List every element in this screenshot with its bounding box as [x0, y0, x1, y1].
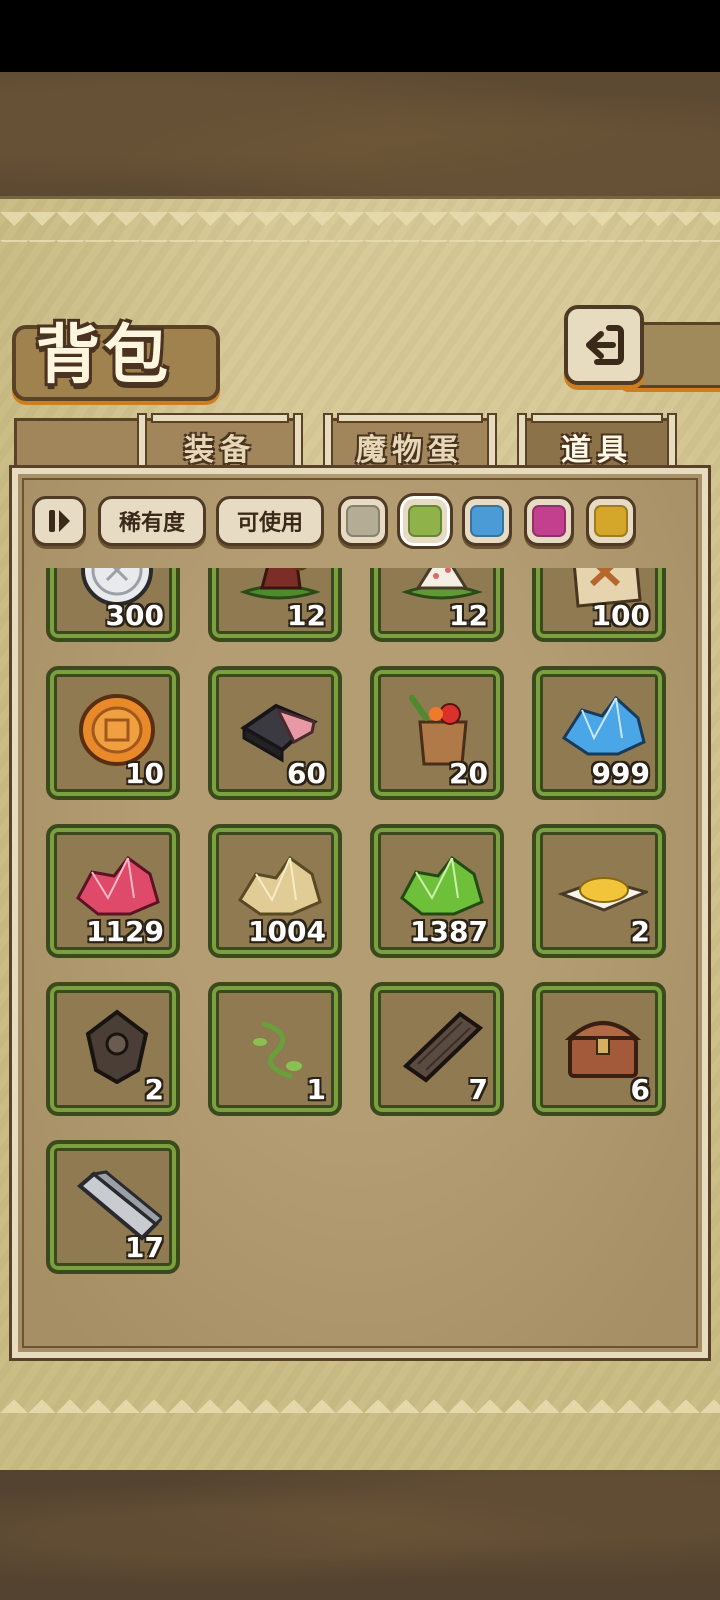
- item-count: 300: [105, 599, 164, 632]
- item-count: 60: [287, 757, 326, 790]
- zigzag-border-top: [0, 212, 720, 242]
- gold-ore-icon: [237, 855, 322, 916]
- sort-toggle-icon: [49, 510, 70, 532]
- item-count: 2: [630, 915, 650, 948]
- tab-label: 装备: [184, 432, 256, 468]
- tab-label: 道具: [561, 432, 633, 468]
- tab-label: 魔物蛋: [356, 432, 464, 468]
- inventory-slot[interactable]: 7: [370, 982, 504, 1116]
- inventory-slot[interactable]: 12: [208, 568, 342, 642]
- tab-equipment[interactable]: 装备: [137, 413, 303, 475]
- vine-sprout-icon: [253, 1021, 302, 1079]
- item-count: 2: [144, 1073, 164, 1106]
- inventory-slot[interactable]: 1004: [208, 824, 342, 958]
- green-crystal-icon: [400, 855, 484, 916]
- inventory-slot[interactable]: 999: [532, 666, 666, 800]
- rarity-swatch-blue[interactable]: [462, 496, 512, 546]
- item-count: 1129: [86, 915, 164, 948]
- item-count: 10: [125, 757, 164, 790]
- rarity-filter-button[interactable]: 稀有度: [98, 496, 206, 546]
- item-count: 1: [306, 1073, 326, 1106]
- item-count: 6: [630, 1073, 650, 1106]
- background-map-top: [0, 72, 720, 200]
- inventory-slot[interactable]: 12: [370, 568, 504, 642]
- background-map-bottom: [0, 1470, 720, 1600]
- item-count: 100: [591, 599, 650, 632]
- red-crystal-icon: [76, 855, 160, 916]
- inventory-slot[interactable]: 300: [46, 568, 180, 642]
- inventory-grid: 300 12 12 100 10 60 20 999 1129 1004 1387 2 2 1 7 6 17: [20, 568, 700, 1348]
- inventory-slot[interactable]: 1387: [370, 824, 504, 958]
- item-count: 12: [287, 599, 326, 632]
- item-count: 1004: [248, 915, 326, 948]
- vegetable-bag-icon: [409, 695, 468, 766]
- rarity-swatch-magenta[interactable]: [524, 496, 574, 546]
- inventory-slot[interactable]: 60: [208, 666, 342, 800]
- item-count: 17: [125, 1231, 164, 1264]
- back-arrow-icon: [586, 325, 624, 365]
- sugar-plate-icon: [558, 877, 648, 912]
- inventory-slot[interactable]: 1: [208, 982, 342, 1116]
- tab-monster-eggs[interactable]: 魔物蛋: [323, 413, 497, 475]
- item-count: 7: [468, 1073, 488, 1106]
- dark-amulet-icon: [85, 1009, 149, 1084]
- inventory-slot[interactable]: 100: [532, 568, 666, 642]
- zigzag-border-bottom: [0, 1385, 720, 1415]
- rarity-swatch-gray[interactable]: [338, 496, 388, 546]
- item-count: 999: [591, 757, 650, 790]
- inventory-slot[interactable]: 1129: [46, 824, 180, 958]
- tab-items[interactable]: 道具: [517, 413, 677, 475]
- inventory-slot[interactable]: 10: [46, 666, 180, 800]
- wood-plank-icon: [402, 1011, 484, 1083]
- usable-filter-button[interactable]: 可使用: [216, 496, 324, 546]
- item-count: 12: [449, 599, 488, 632]
- back-button[interactable]: [564, 305, 644, 385]
- tab-spacer: [14, 418, 142, 472]
- sort-toggle-button[interactable]: [32, 496, 86, 546]
- gift-box-icon: [240, 703, 318, 763]
- inventory-slot[interactable]: 2: [46, 982, 180, 1116]
- page-title: 背包: [36, 318, 172, 393]
- rarity-swatch-yellow[interactable]: [586, 496, 636, 546]
- status-bar: [0, 0, 720, 72]
- inventory-slot[interactable]: 17: [46, 1140, 180, 1274]
- rarity-swatch-green[interactable]: [397, 493, 453, 549]
- mooncake-icon: [79, 694, 155, 766]
- item-count: 1387: [410, 915, 488, 948]
- inventory-slot[interactable]: 2: [532, 824, 666, 958]
- inventory-slot[interactable]: 6: [532, 982, 666, 1116]
- item-count: 20: [449, 757, 488, 790]
- iron-bar-icon: [76, 1170, 162, 1241]
- inventory-slot[interactable]: 20: [370, 666, 504, 800]
- blue-crystal-icon: [561, 695, 646, 756]
- treasure-chest-icon: [564, 1021, 642, 1078]
